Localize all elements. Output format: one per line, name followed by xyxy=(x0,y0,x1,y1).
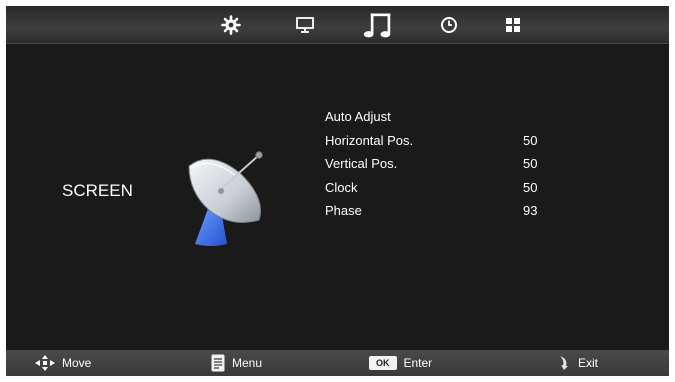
menu-item-vertical-pos[interactable]: Vertical Pos. 50 xyxy=(325,152,585,176)
top-tab-bar xyxy=(6,6,669,44)
move-arrows-icon xyxy=(35,355,55,371)
menu-document-icon xyxy=(211,354,225,372)
menu-item-label: Vertical Pos. xyxy=(325,156,398,171)
menu-item-value: 50 xyxy=(523,132,538,148)
section-title: SCREEN xyxy=(62,181,133,200)
monitor-icon[interactable] xyxy=(290,13,320,37)
menu-item-clock[interactable]: Clock 50 xyxy=(325,176,585,200)
footer-hint-bar: Move Menu OK Enter Exit xyxy=(6,350,669,376)
menu-item-horizontal-pos[interactable]: Horizontal Pos. 50 xyxy=(325,129,585,153)
exit-return-icon xyxy=(557,355,571,371)
clock-icon[interactable] xyxy=(434,13,464,37)
satellite-dish-icon xyxy=(181,144,276,249)
menu-item-value: 93 xyxy=(523,203,538,218)
menu-hint: Menu xyxy=(211,350,262,376)
grid-icon[interactable] xyxy=(498,13,528,37)
music-note-icon[interactable] xyxy=(362,10,392,40)
menu-item-value: 50 xyxy=(523,179,538,195)
ok-key-icon: OK xyxy=(369,356,397,370)
enter-hint: OK Enter xyxy=(369,350,432,376)
menu-item-label: Auto Adjust xyxy=(325,109,391,124)
move-hint-label: Move xyxy=(62,356,92,370)
menu-item-label: Clock xyxy=(325,179,358,195)
menu-hint-label: Menu xyxy=(232,356,263,370)
exit-hint: Exit xyxy=(557,350,598,376)
menu-item-phase[interactable]: Phase 93 xyxy=(325,199,585,223)
settings-gear-icon[interactable] xyxy=(216,13,246,37)
menu-item-label: Phase xyxy=(325,203,362,218)
enter-hint-label: Enter xyxy=(403,356,433,370)
move-hint: Move xyxy=(35,350,91,376)
menu-item-auto-adjust[interactable]: Auto Adjust xyxy=(325,105,585,129)
exit-hint-label: Exit xyxy=(578,356,599,370)
ok-key-label: OK xyxy=(369,356,397,370)
menu-item-label: Horizontal Pos. xyxy=(325,132,414,148)
tv-osd-screen: SCREEN Auto Adjust Horizontal Pos. 50 Ve… xyxy=(6,6,669,376)
screen-settings-menu: Auto Adjust Horizontal Pos. 50 Vertical … xyxy=(325,105,585,223)
menu-item-value: 50 xyxy=(523,156,538,171)
